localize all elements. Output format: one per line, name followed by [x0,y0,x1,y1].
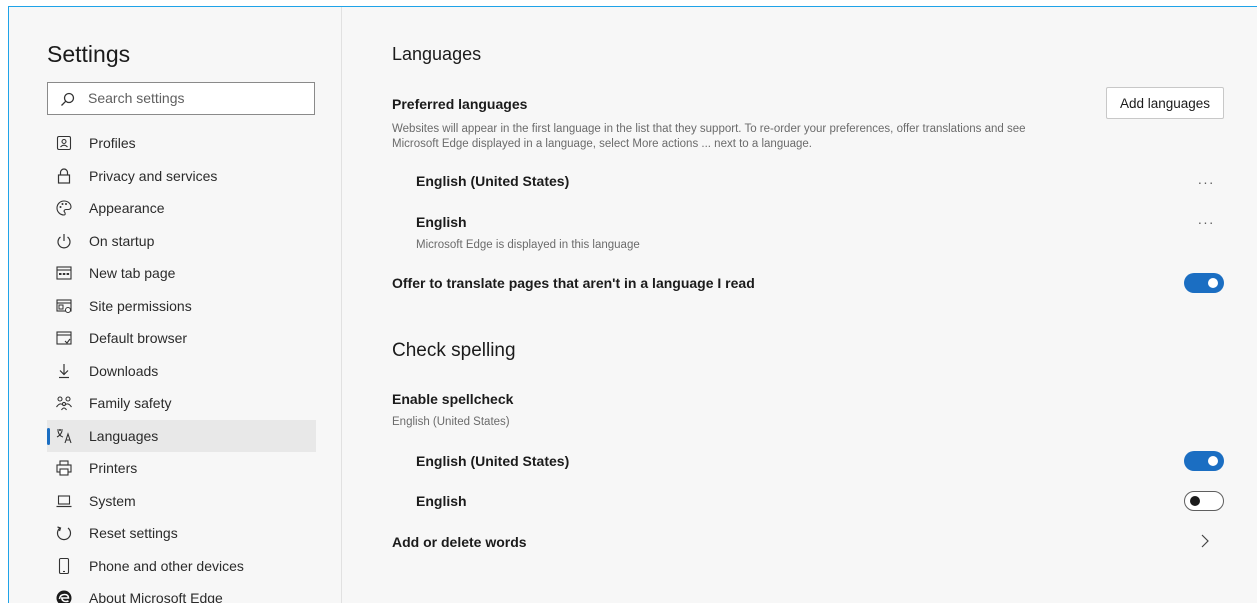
laptop-icon [56,494,72,507]
sidebar-nav: Profiles Privacy and services Appearance [47,127,316,603]
download-icon [59,363,69,378]
more-actions-button[interactable]: ··· [1194,175,1218,197]
sidebar: Settings Profiles [9,7,342,603]
sidebar-item-label: Site permissions [89,297,192,314]
toggle-knob [1208,278,1218,288]
sidebar-item-profiles[interactable]: Profiles [47,127,316,160]
translate-label: Offer to translate pages that aren't in … [392,275,755,291]
sidebar-item-family-safety[interactable]: Family safety [47,387,316,420]
family-icon [56,396,72,411]
phone-icon [58,557,70,574]
sidebar-title: Settings [47,41,131,67]
preferred-language-name: English (United States) [416,173,570,189]
sidebar-item-languages[interactable]: Languages [47,419,316,452]
spellcheck-language-name: English [416,493,467,509]
spellcheck-language-name: English (United States) [416,453,570,469]
sidebar-item-site-permissions[interactable]: Site permissions [47,290,316,323]
sidebar-item-label: System [89,492,136,509]
sidebar-item-label: Languages [89,427,159,444]
toggle-knob [1190,496,1200,506]
sidebar-item-phone-devices[interactable]: Phone and other devices [47,550,316,583]
power-icon [57,233,71,248]
sidebar-item-label: Appearance [89,200,165,216]
preferred-languages-description: Websites will appear in the first langua… [392,123,1026,135]
toggle-knob [1208,456,1218,466]
translate-toggle[interactable] [1184,273,1224,293]
add-languages-button[interactable]: Add languages [1106,87,1224,119]
main-content: Languages Preferred languages Websites w… [342,7,1257,603]
sidebar-item-label: On startup [89,232,155,249]
enable-spellcheck-label: Enable spellcheck [392,391,514,407]
edge-icon [56,590,72,603]
preferred-languages-label: Preferred languages [392,96,528,112]
sidebar-item-label: Family safety [89,395,172,411]
sidebar-item-label: Downloads [89,362,159,379]
sidebar-item-label: Reset settings [89,525,178,541]
palette-icon [56,200,72,216]
sidebar-item-default-browser[interactable]: Default browser [47,322,316,355]
languages-icon [56,428,72,443]
preferred-language-name: English [416,214,467,230]
sidebar-item-system[interactable]: System [47,485,316,518]
sidebar-item-appearance[interactable]: Appearance [47,192,316,225]
sidebar-item-downloads[interactable]: Downloads [47,355,316,388]
settings-window: Settings Profiles [8,6,1257,603]
add-delete-words-label[interactable]: Add or delete words [392,534,527,550]
sidebar-item-privacy[interactable]: Privacy and services [47,160,316,193]
sidebar-item-new-tab-page[interactable]: New tab page [47,257,316,290]
sidebar-item-label: Default browser [89,330,188,346]
search-input[interactable] [88,88,303,108]
languages-title: Languages [392,44,482,64]
chevron-right-icon[interactable] [1199,533,1211,549]
check-spelling-title: Check spelling [392,340,516,361]
sidebar-item-label: New tab page [89,265,176,281]
sidebar-item-label: About Microsoft Edge [89,590,223,603]
sidebar-item-label: Printers [89,460,138,476]
more-actions-button[interactable]: ··· [1194,215,1218,237]
search-icon [61,92,75,106]
active-indicator [47,427,50,445]
display-language-note: Microsoft Edge is displayed in this lang… [416,239,640,251]
browser-icon [56,331,72,345]
lock-icon [57,167,71,184]
sidebar-item-on-startup[interactable]: On startup [47,225,316,258]
preferred-languages-description: Microsoft Edge displayed in a language, … [392,138,813,150]
site-permissions-icon [56,298,72,313]
sidebar-item-reset-settings[interactable]: Reset settings [47,517,316,550]
sidebar-item-printers[interactable]: Printers [47,452,316,485]
sidebar-item-about-edge[interactable]: About Microsoft Edge [47,582,316,603]
search-box[interactable] [47,82,315,115]
profile-icon [56,135,72,151]
reset-icon [56,526,72,541]
sidebar-item-label: Profiles [89,135,136,151]
spellcheck-sublabel: English (United States) [392,416,510,428]
sidebar-item-label: Privacy and services [89,167,218,184]
spellcheck-toggle-en[interactable] [1184,491,1224,511]
spellcheck-toggle-en-us[interactable] [1184,451,1224,471]
printer-icon [56,460,72,476]
sidebar-item-label: Phone and other devices [89,557,244,574]
new-tab-icon [56,266,72,280]
